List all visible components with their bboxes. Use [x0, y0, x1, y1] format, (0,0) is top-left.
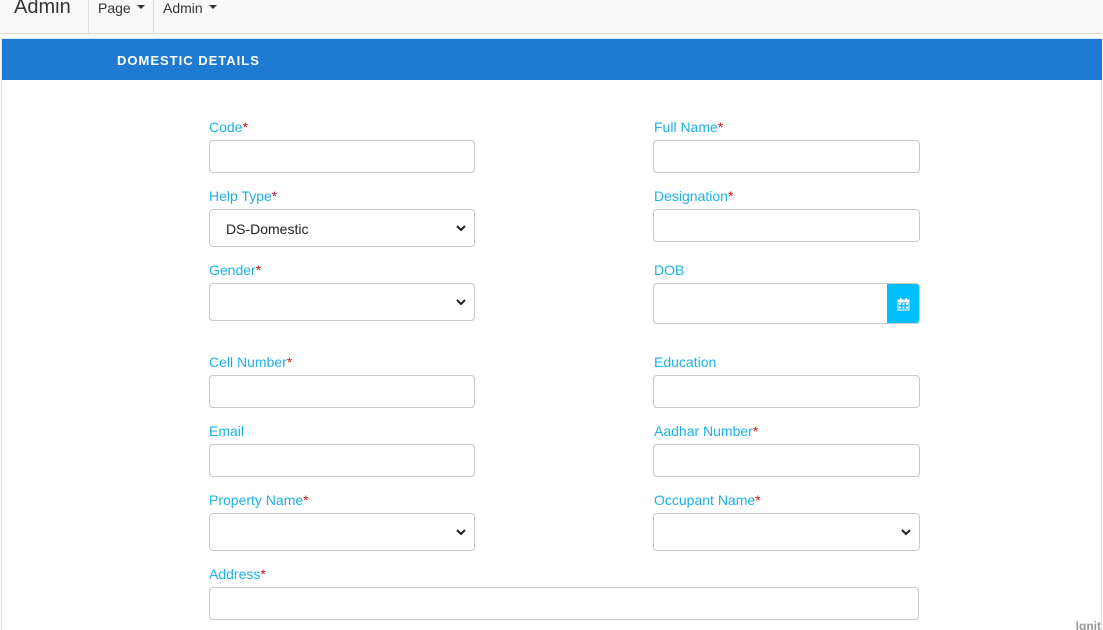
occupant-name-select[interactable]	[653, 513, 920, 551]
date-picker-button[interactable]	[887, 284, 919, 323]
calendar-icon	[897, 298, 909, 311]
required-mark: *	[286, 354, 293, 370]
chevron-down-icon	[456, 529, 466, 536]
education-input[interactable]	[653, 375, 920, 408]
chevron-down-icon	[901, 529, 911, 536]
occupant-name-label: Occupant Name*	[654, 492, 761, 508]
full-name-label: Full Name*	[654, 119, 724, 135]
help-type-select[interactable]: DS-Domestic	[209, 209, 475, 247]
required-mark: *	[752, 423, 759, 439]
education-label: Education	[654, 354, 717, 370]
designation-label: Designation*	[654, 188, 734, 204]
required-mark: *	[242, 119, 248, 135]
designation-input[interactable]	[653, 209, 920, 242]
address-label: Address*	[209, 566, 266, 582]
watermark-text: Ignit	[1075, 619, 1101, 630]
code-input[interactable]	[209, 140, 475, 173]
required-mark: *	[755, 492, 761, 508]
aadhar-number-input[interactable]	[653, 444, 920, 477]
nav-menu-page[interactable]: Page	[88, 0, 154, 34]
email-input[interactable]	[209, 444, 475, 477]
aadhar-number-label: Aadhar Number*	[654, 423, 759, 439]
top-navbar: Admin Page Admin	[0, 0, 1103, 34]
chevron-down-icon	[456, 225, 466, 232]
email-label: Email	[209, 423, 245, 439]
cell-number-input[interactable]	[209, 375, 475, 408]
panel-header: DOMESTIC DETAILS	[2, 39, 1102, 80]
cell-number-label: Cell Number*	[209, 354, 293, 370]
address-input[interactable]	[209, 587, 919, 620]
domestic-details-panel: DOMESTIC DETAILS	[1, 38, 1102, 630]
brand-title[interactable]: Admin	[14, 0, 71, 19]
required-mark: *	[260, 566, 266, 582]
required-mark: *	[255, 262, 262, 278]
panel-title: DOMESTIC DETAILS	[117, 53, 260, 68]
required-mark: *	[727, 188, 734, 204]
full-name-input[interactable]	[653, 140, 920, 173]
property-name-label: Property Name*	[209, 492, 309, 508]
gender-label: Gender*	[209, 262, 262, 278]
nav-menu-page-label: Page	[98, 0, 131, 16]
caret-down-icon	[136, 5, 145, 10]
required-mark: *	[303, 492, 309, 508]
dob-input[interactable]	[653, 283, 920, 324]
required-mark: *	[717, 119, 724, 135]
chevron-down-icon	[456, 299, 466, 306]
help-type-selected-value: DS-Domestic	[226, 221, 309, 237]
gender-select[interactable]	[209, 283, 475, 321]
help-type-label: Help Type*	[209, 188, 278, 204]
code-label: Code*	[209, 119, 248, 135]
dob-label: DOB	[654, 262, 685, 278]
nav-menu-admin[interactable]: Admin	[154, 0, 234, 34]
caret-down-icon	[208, 5, 217, 10]
nav-menu-admin-label: Admin	[163, 0, 203, 16]
required-mark: *	[271, 188, 278, 204]
property-name-select[interactable]	[209, 513, 475, 551]
